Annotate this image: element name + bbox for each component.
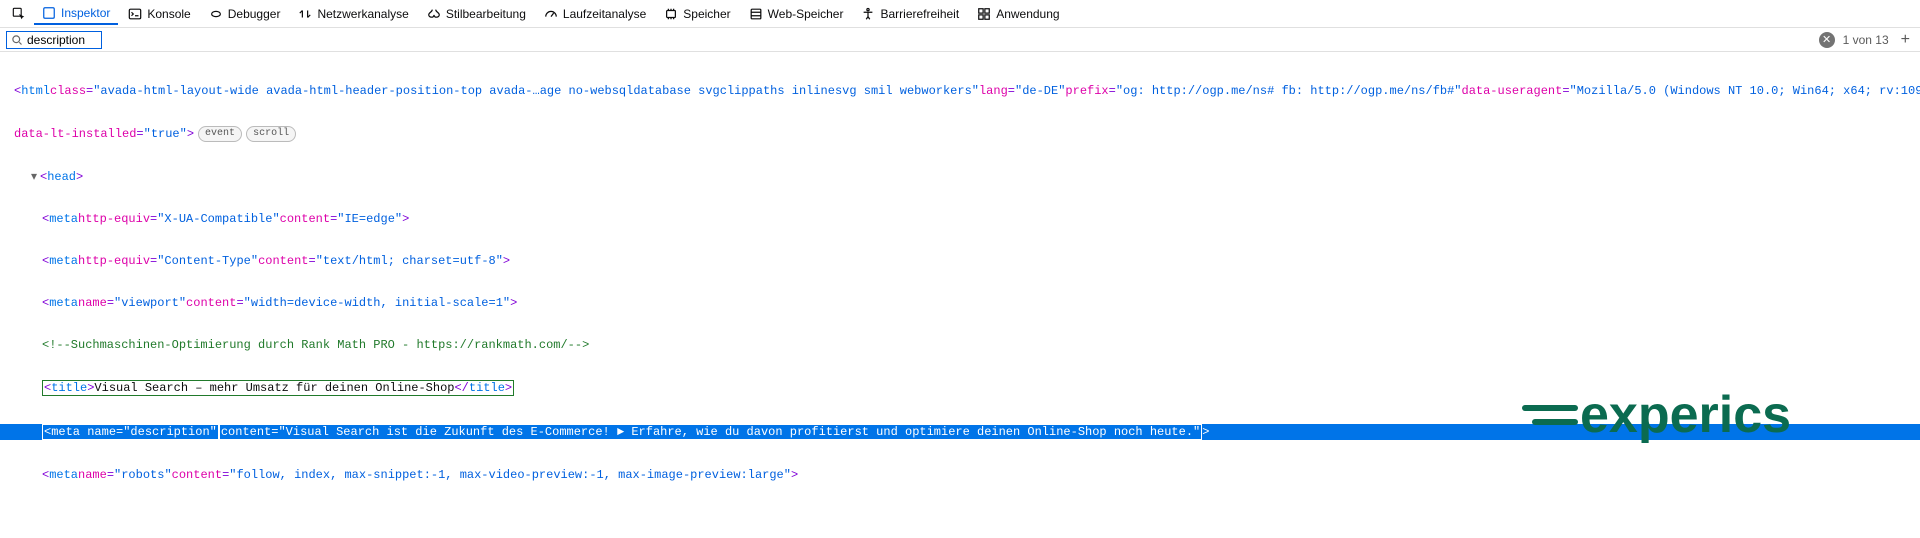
logo-text: experics xyxy=(1580,386,1791,444)
perf-icon xyxy=(544,7,558,21)
node-meta-contenttype[interactable]: <meta http-equiv="Content-Type" content=… xyxy=(0,254,1920,268)
tab-debugger[interactable]: Debugger xyxy=(201,4,289,24)
node-comment[interactable]: <!--Suchmaschinen-Optimierung durch Rank… xyxy=(0,338,1920,352)
node-head[interactable]: ▾<head> xyxy=(0,170,1920,184)
tab-console[interactable]: Konsole xyxy=(120,4,198,24)
tab-label: Konsole xyxy=(147,7,190,21)
tab-label: Barrierefreiheit xyxy=(880,7,959,21)
memory-icon xyxy=(664,7,678,21)
tab-memory[interactable]: Speicher xyxy=(656,4,738,24)
tab-inspector[interactable]: Inspektor xyxy=(34,3,118,25)
search-icon xyxy=(11,34,23,46)
tab-network[interactable]: Netzwerkanalyse xyxy=(290,4,416,24)
tab-label: Speicher xyxy=(683,7,730,21)
picker-icon xyxy=(12,7,26,21)
node-html[interactable]: <html class="avada-html-layout-wide avad… xyxy=(0,84,1920,98)
tab-style-editor[interactable]: Stilbearbeitung xyxy=(419,4,534,24)
node-meta-viewport[interactable]: <meta name="viewport" content="width=dev… xyxy=(0,296,1920,310)
storage-icon xyxy=(749,7,763,21)
scroll-badge[interactable]: scroll xyxy=(246,126,296,142)
tab-accessibility[interactable]: Barrierefreiheit xyxy=(853,4,967,24)
node-html-cont[interactable]: data-lt-installed="true">eventscroll xyxy=(0,126,1920,142)
expand-twisty[interactable]: ▾ xyxy=(28,170,40,184)
search-bar: ✕ 1 von 13 + xyxy=(0,28,1920,52)
brand-logo: experics xyxy=(1520,380,1880,453)
tab-label: Debugger xyxy=(228,7,281,21)
style-icon xyxy=(427,7,441,21)
tab-label: Laufzeitanalyse xyxy=(563,7,646,21)
search-results: ✕ 1 von 13 + xyxy=(1819,31,1914,49)
console-icon xyxy=(128,7,142,21)
inspector-icon xyxy=(42,6,56,20)
devtools-toolbar: Inspektor Konsole Debugger Netzwerkanaly… xyxy=(0,0,1920,28)
add-button[interactable]: + xyxy=(1897,31,1914,49)
search-input-wrap xyxy=(6,31,102,49)
app-icon xyxy=(977,7,991,21)
tab-application[interactable]: Anwendung xyxy=(969,4,1067,24)
search-input[interactable] xyxy=(27,33,97,47)
a11y-icon xyxy=(861,7,875,21)
tab-label: Web-Speicher xyxy=(768,7,844,21)
tab-label: Stilbearbeitung xyxy=(446,7,526,21)
tab-label: Netzwerkanalyse xyxy=(317,7,408,21)
element-picker-button[interactable] xyxy=(6,4,32,24)
network-icon xyxy=(298,7,312,21)
node-meta-robots[interactable]: <meta name="robots" content="follow, ind… xyxy=(0,468,1920,482)
event-badge[interactable]: event xyxy=(198,126,242,142)
tab-label: Inspektor xyxy=(61,6,110,20)
tab-performance[interactable]: Laufzeitanalyse xyxy=(536,4,654,24)
node-meta-compat[interactable]: <meta http-equiv="X-UA-Compatible" conte… xyxy=(0,212,1920,226)
debugger-icon xyxy=(209,7,223,21)
search-count: 1 von 13 xyxy=(1843,33,1889,47)
clear-search-button[interactable]: ✕ xyxy=(1819,32,1835,48)
tab-label: Anwendung xyxy=(996,7,1059,21)
tab-storage[interactable]: Web-Speicher xyxy=(741,4,852,24)
